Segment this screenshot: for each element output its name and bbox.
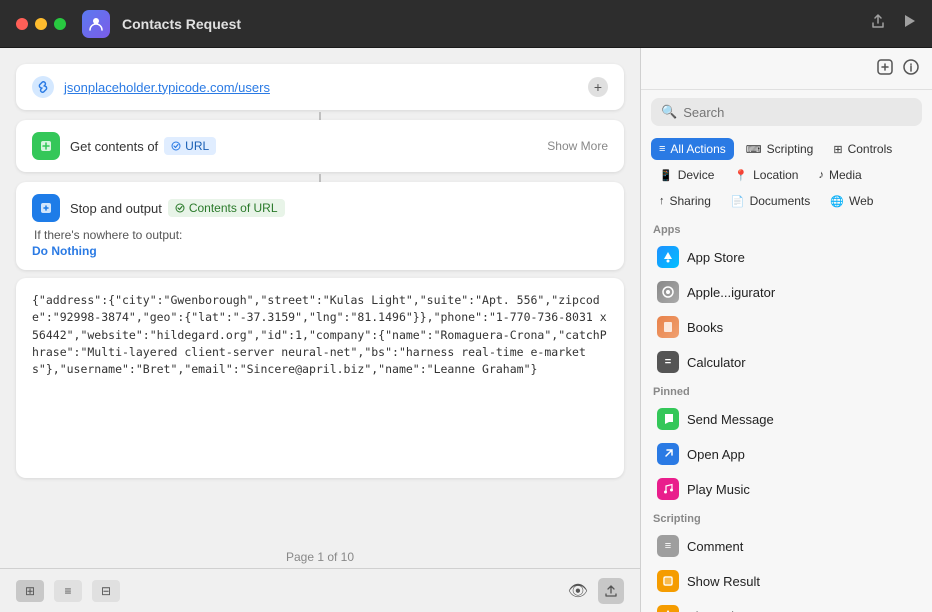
search-icon: 🔍 — [661, 104, 677, 120]
json-output-block: {"address":{"city":"Gwenborough","street… — [16, 278, 624, 478]
app-store-label: App Store — [687, 250, 745, 265]
section-pinned: Pinned — [641, 380, 932, 401]
books-label: Books — [687, 320, 723, 335]
sharing-icon: ↑ — [659, 195, 665, 207]
if-nowhere-text: If there's nowhere to output: — [32, 228, 608, 242]
right-panel-header — [641, 48, 932, 90]
all-actions-icon: ≡ — [659, 143, 665, 155]
play-music-icon — [657, 478, 679, 500]
apple-configurator-label: Apple...igurator — [687, 285, 775, 300]
documents-icon: 📄 — [731, 195, 745, 208]
page-indicator: Page 1 of 10 — [0, 542, 640, 568]
gallery-view-button[interactable]: ⊟ — [92, 580, 120, 602]
show-alert-icon — [657, 605, 679, 612]
get-contents-label: Get contents of URL — [70, 137, 537, 155]
action-list: Apps App Store Apple...igurator — [641, 218, 932, 612]
category-location[interactable]: 📍 Location — [726, 164, 806, 186]
comment-icon: ≡ — [657, 535, 679, 557]
category-all-actions[interactable]: ≡ All Actions — [651, 138, 734, 160]
stop-header: Stop and output Contents of URL — [32, 194, 608, 222]
search-input[interactable] — [683, 105, 912, 120]
category-documents[interactable]: 📄 Documents — [723, 190, 818, 212]
app-icon — [82, 10, 110, 38]
workflow-area: jsonplaceholder.typicode.com/users + Get… — [0, 48, 640, 542]
info-button[interactable] — [902, 58, 920, 81]
step-divider-1 — [319, 112, 321, 120]
calculator-label: Calculator — [687, 355, 746, 370]
link-icon — [32, 76, 54, 98]
share-button[interactable] — [598, 578, 624, 604]
category-scripting[interactable]: ⌨ Scripting — [738, 138, 822, 160]
do-nothing-link[interactable]: Do Nothing — [32, 244, 608, 258]
action-item-show-result[interactable]: Show Result — [645, 564, 928, 598]
stop-output-block[interactable]: Stop and output Contents of URL If there… — [16, 182, 624, 270]
send-message-label: Send Message — [687, 412, 774, 427]
minimize-button[interactable] — [35, 18, 47, 30]
main-content: jsonplaceholder.typicode.com/users + Get… — [0, 48, 932, 612]
section-scripting: Scripting — [641, 507, 932, 528]
titlebar: Contacts Request — [0, 0, 932, 48]
maximize-button[interactable] — [54, 18, 66, 30]
traffic-lights — [16, 18, 66, 30]
action-item-comment[interactable]: ≡ Comment — [645, 529, 928, 563]
close-button[interactable] — [16, 18, 28, 30]
scripting-icon: ⌨ — [746, 143, 762, 156]
show-more-button[interactable]: Show More — [547, 139, 608, 153]
web-icon: 🌐 — [830, 195, 844, 208]
action-item-books[interactable]: Books — [645, 310, 928, 344]
section-apps: Apps — [641, 218, 932, 239]
show-alert-label: Show Alert — [687, 609, 749, 612]
bottom-bar: ⊞ ≡ ⊟ 👁 — [0, 568, 640, 612]
device-icon: 📱 — [659, 169, 673, 182]
titlebar-actions — [870, 13, 916, 34]
media-icon: ♪ — [818, 169, 824, 181]
url-token[interactable]: URL — [164, 137, 216, 155]
category-controls[interactable]: ⊞ Controls — [825, 138, 900, 160]
step-divider-2 — [319, 174, 321, 182]
action-item-open-app[interactable]: Open App — [645, 437, 928, 471]
show-result-icon — [657, 570, 679, 592]
categories-row: ≡ All Actions ⌨ Scripting ⊞ Controls 📱 D… — [641, 134, 932, 218]
add-url-button[interactable]: + — [588, 77, 608, 97]
controls-icon: ⊞ — [833, 143, 842, 156]
open-app-icon — [657, 443, 679, 465]
app-store-icon — [657, 246, 679, 268]
action-item-calculator[interactable]: = Calculator — [645, 345, 928, 379]
play-music-label: Play Music — [687, 482, 750, 497]
action-item-send-message[interactable]: Send Message — [645, 402, 928, 436]
get-contents-block[interactable]: Get contents of URL Show More — [16, 120, 624, 172]
action-item-app-store[interactable]: App Store — [645, 240, 928, 274]
share-titlebar-button[interactable] — [870, 13, 886, 34]
contents-token[interactable]: Contents of URL — [168, 199, 285, 217]
open-app-label: Open App — [687, 447, 745, 462]
action-item-apple-configurator[interactable]: Apple...igurator — [645, 275, 928, 309]
location-icon: 📍 — [734, 169, 748, 182]
get-contents-icon — [32, 132, 60, 160]
search-box[interactable]: 🔍 — [651, 98, 922, 126]
category-media[interactable]: ♪ Media — [810, 164, 869, 186]
category-web[interactable]: 🌐 Web — [822, 190, 881, 212]
stop-icon — [32, 194, 60, 222]
category-sharing[interactable]: ↑ Sharing — [651, 190, 719, 212]
grid-view-button[interactable]: ⊞ — [16, 580, 44, 602]
list-view-button[interactable]: ≡ — [54, 580, 82, 602]
comment-label: Comment — [687, 539, 743, 554]
add-to-workflow-button[interactable] — [876, 58, 894, 81]
left-panel: jsonplaceholder.typicode.com/users + Get… — [0, 48, 640, 612]
preview-button[interactable]: 👁 — [568, 581, 588, 601]
action-item-play-music[interactable]: Play Music — [645, 472, 928, 506]
send-message-icon — [657, 408, 679, 430]
action-item-show-alert[interactable]: Show Alert — [645, 599, 928, 612]
right-panel: 🔍 ≡ All Actions ⌨ Scripting ⊞ Controls 📱… — [640, 48, 932, 612]
show-result-label: Show Result — [687, 574, 760, 589]
stop-label: Stop and output Contents of URL — [70, 199, 608, 217]
url-block[interactable]: jsonplaceholder.typicode.com/users + — [16, 64, 624, 110]
books-icon — [657, 316, 679, 338]
category-device[interactable]: 📱 Device — [651, 164, 722, 186]
app-title: Contacts Request — [122, 16, 858, 32]
url-value[interactable]: jsonplaceholder.typicode.com/users — [64, 80, 578, 95]
calculator-icon: = — [657, 351, 679, 373]
run-button[interactable] — [902, 14, 916, 33]
apple-configurator-icon — [657, 281, 679, 303]
